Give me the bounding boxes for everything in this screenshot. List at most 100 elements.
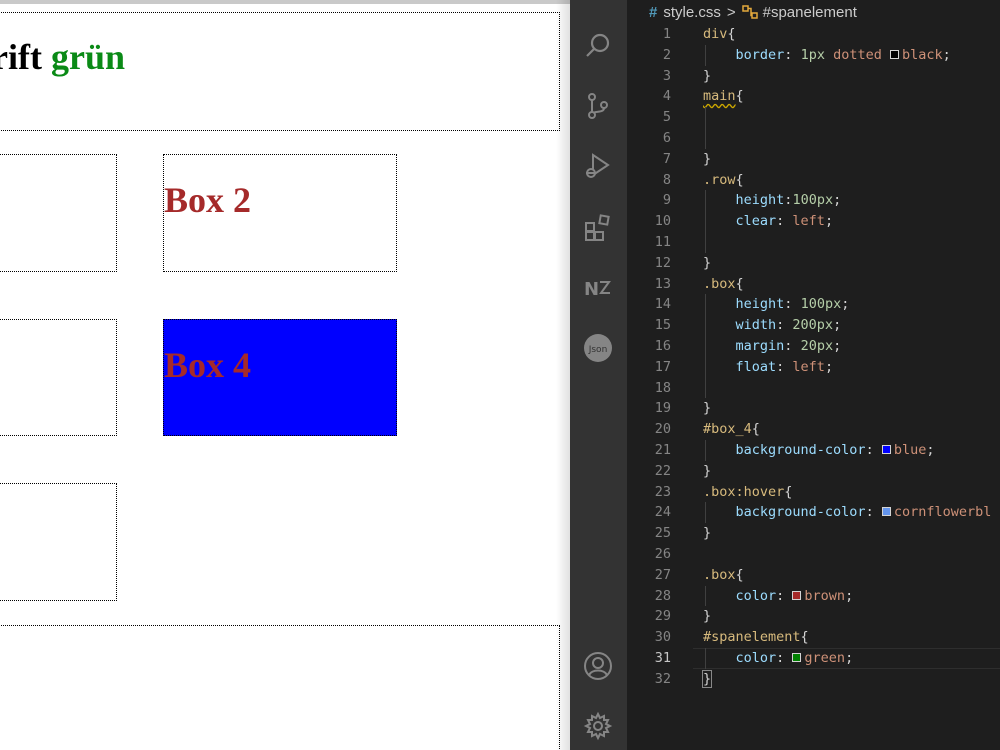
code-line[interactable]: 11 <box>627 232 1000 253</box>
code-token: 100px <box>792 192 834 209</box>
line-number: 9 <box>662 192 671 209</box>
code-line[interactable]: 5 <box>627 107 1000 128</box>
code-text: color: green; <box>703 648 854 669</box>
code-line[interactable]: 30 #spanelement{ <box>627 627 1000 648</box>
account-icon[interactable] <box>583 651 613 681</box>
line-number: 7 <box>662 150 671 167</box>
code-text: float: left; <box>703 357 834 378</box>
code-token: ; <box>841 296 850 313</box>
code-text: main{ <box>703 86 744 107</box>
box-2[interactable]: Box 2 <box>163 154 397 272</box>
code-line[interactable]: 8 .row{ <box>627 170 1000 191</box>
box-1[interactable] <box>0 154 117 272</box>
code-line[interactable]: 29} <box>627 606 1000 627</box>
code-line[interactable]: 9 height:100px; <box>627 190 1000 211</box>
line-number: 14 <box>654 296 671 313</box>
code-line[interactable]: 12} <box>627 253 1000 274</box>
line-number: 4 <box>662 88 671 105</box>
n2-extension-icon[interactable]: N <box>583 273 613 303</box>
page-heading: rift grün <box>0 36 125 78</box>
code-token: : <box>784 337 801 354</box>
line-number: 29 <box>654 608 671 625</box>
line-number: 22 <box>654 462 671 479</box>
code-token: { <box>735 275 744 292</box>
breadcrumb-file[interactable]: style.css <box>663 4 721 21</box>
code-line[interactable]: 6 <box>627 128 1000 149</box>
code-area[interactable]: 1 div{2 border: 1px dotted black; 3} 4 main{… <box>627 24 1000 690</box>
code-editor[interactable]: # style.css > #spanelement 1 div{2 border: 1… <box>627 0 1000 750</box>
code-text: color: brown; <box>703 586 854 607</box>
box-3[interactable] <box>0 319 117 436</box>
code-token: ; <box>833 317 842 334</box>
code-token: { <box>784 483 793 500</box>
code-line[interactable]: 28 color: brown; <box>627 586 1000 607</box>
code-token: green <box>804 649 846 666</box>
code-token: } <box>703 525 712 542</box>
search-icon[interactable] <box>583 31 613 61</box>
code-line[interactable]: 7} <box>627 149 1000 170</box>
code-token: } <box>701 669 713 688</box>
line-number: 25 <box>654 525 671 542</box>
code-token: left <box>792 358 825 375</box>
breadcrumb-symbol[interactable]: #spanelement <box>763 4 857 21</box>
code-token: } <box>703 67 712 84</box>
code-token: #box_4 <box>703 421 752 438</box>
code-line[interactable]: 16 margin: 20px; <box>627 336 1000 357</box>
source-control-icon[interactable] <box>583 91 613 121</box>
code-line[interactable]: 10 clear: left; <box>627 211 1000 232</box>
indent-guide <box>705 502 706 524</box>
code-token: color <box>735 649 777 666</box>
code-line[interactable]: 14 height: 100px; <box>627 294 1000 315</box>
activity-bar: N Json <box>570 0 627 750</box>
code-token: blue <box>893 441 927 458</box>
code-line[interactable]: 21 background-color: blue; <box>627 440 1000 461</box>
code-token: height <box>735 296 785 313</box>
browser-preview: rift grün Box 2 Box 4 <box>0 0 570 750</box>
code-line[interactable]: 31 color: green; <box>627 647 1000 669</box>
code-line[interactable]: 2 border: 1px dotted black; <box>627 45 1000 66</box>
color-swatch[interactable] <box>792 652 802 662</box>
settings-gear-icon[interactable] <box>583 711 613 741</box>
code-line[interactable]: 3} <box>627 66 1000 87</box>
code-text: background-color: cornflowerbl <box>703 502 992 523</box>
code-token: : <box>776 649 793 666</box>
code-line[interactable]: 24 background-color: cornflowerbl <box>627 502 1000 523</box>
code-token: border <box>735 46 785 63</box>
code-token: background-color <box>735 441 866 458</box>
code-line[interactable]: 18 <box>627 378 1000 399</box>
code-line[interactable]: 19} <box>627 398 1000 419</box>
code-text: div{ <box>703 24 736 45</box>
code-token: width <box>735 317 777 334</box>
code-line[interactable]: 22} <box>627 461 1000 482</box>
code-line[interactable]: 25} <box>627 523 1000 544</box>
code-line[interactable]: 17 float: left; <box>627 357 1000 378</box>
code-line[interactable]: 27 .box{ <box>627 565 1000 586</box>
code-token: ; <box>833 337 842 354</box>
code-text: } <box>701 669 713 690</box>
code-line[interactable]: 20 #box_4{ <box>627 419 1000 440</box>
color-swatch[interactable] <box>881 507 891 517</box>
code-line[interactable]: 26 <box>627 544 1000 565</box>
color-swatch[interactable] <box>792 590 802 600</box>
code-line[interactable]: 23 .box:hover{ <box>627 482 1000 503</box>
color-swatch[interactable] <box>881 444 891 454</box>
line-number: 28 <box>654 587 671 604</box>
box-5[interactable] <box>0 483 117 601</box>
footer-div <box>0 625 560 750</box>
code-line[interactable]: 4 main{ <box>627 86 1000 107</box>
code-line[interactable]: 32} <box>627 669 1000 690</box>
indent-guide <box>705 107 706 149</box>
code-line[interactable]: 13 .box{ <box>627 274 1000 295</box>
code-line[interactable]: 15 width: 200px; <box>627 315 1000 336</box>
code-text: height:100px; <box>703 190 842 211</box>
json-icon[interactable]: Json <box>583 333 613 363</box>
code-line[interactable]: 1 div{ <box>627 24 1000 45</box>
line-number: 13 <box>654 275 671 292</box>
code-token: ; <box>926 441 935 458</box>
color-swatch[interactable] <box>889 49 899 59</box>
code-token: : <box>776 317 793 334</box>
run-debug-icon[interactable] <box>583 151 613 181</box>
box-4[interactable]: Box 4 <box>163 319 397 436</box>
extensions-icon[interactable] <box>583 213 613 243</box>
